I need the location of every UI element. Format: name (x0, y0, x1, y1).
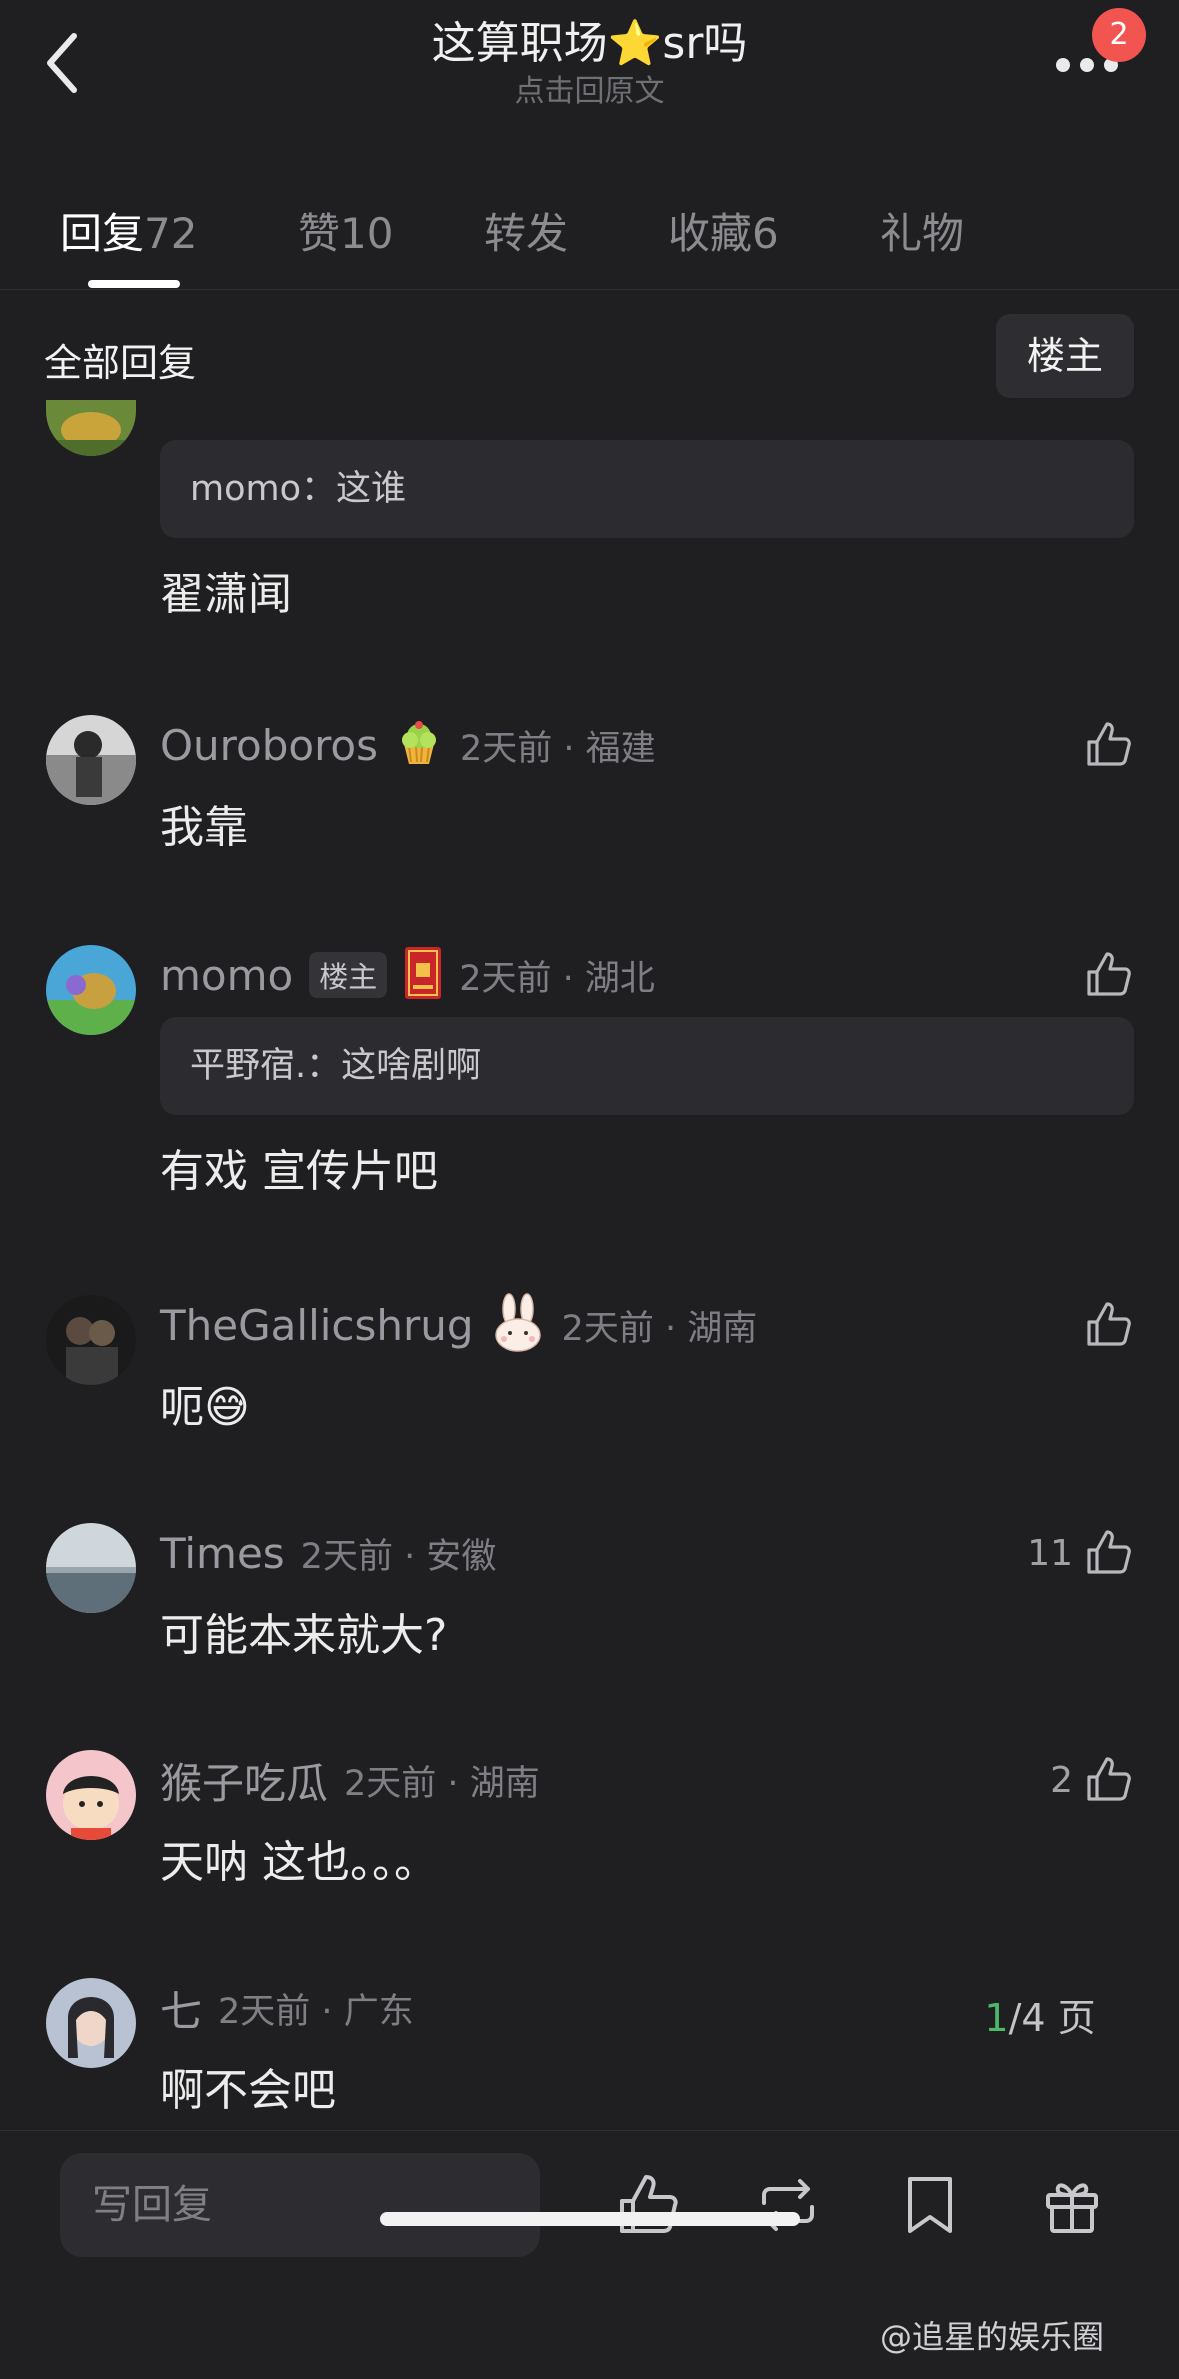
repost-icon[interactable] (752, 2169, 824, 2241)
time-location: 2天前 · 湖南 (344, 1763, 540, 1804)
post-title: 这算职场⭐sr吗 (431, 18, 748, 69)
comment-meta: TheGallicshrug 2天前 · 湖南 (160, 1293, 758, 1357)
comment-meta: 七 2天前 · 广东 (160, 1978, 414, 2038)
comment-text: 呃😅 (160, 1382, 250, 1433)
tab-gifts[interactable]: 礼物 (880, 200, 964, 261)
time-location: 2天前 · 安徽 (300, 1536, 497, 1577)
avatar[interactable] (46, 945, 136, 1035)
quoted-reply[interactable]: momo：这谁 (160, 440, 1134, 538)
like-count: 2 (1050, 1759, 1073, 1801)
bookmark-icon[interactable] (894, 2169, 966, 2241)
comment-text: 翟潇闻 (160, 569, 292, 620)
comment-text: 可能本来就大? (160, 1610, 448, 1661)
comment-text: 天呐 这也。。。 (160, 1837, 438, 1888)
comment-item: 猴子吃瓜 2天前 · 湖南 2 天呐 这也。。。 (0, 1750, 1179, 1900)
red-book-icon (403, 945, 443, 1005)
avatar[interactable] (46, 715, 136, 805)
more-dot-icon (1080, 58, 1094, 72)
thumbs-up-icon (1087, 1302, 1131, 1346)
comment-meta: Ouroboros 2天前 · 福建 (160, 715, 656, 775)
like-button[interactable]: 2 (1050, 1750, 1135, 1810)
tab-likes[interactable]: 赞10 (298, 200, 393, 261)
username[interactable]: momo (160, 951, 293, 1000)
star-emoji: ⭐ (607, 18, 663, 69)
avatar[interactable] (46, 1978, 136, 2068)
avatar[interactable] (46, 400, 136, 456)
like-button[interactable] (1081, 715, 1135, 775)
time-location: 2天前 · 广东 (218, 1991, 414, 2032)
more-dot-icon (1056, 58, 1070, 72)
like-icon[interactable] (612, 2169, 684, 2241)
tab-replies[interactable]: 回复72 (60, 200, 197, 261)
bunny-icon (490, 1293, 546, 1357)
notification-badge: 2 (1092, 8, 1146, 62)
comment-meta: momo 楼主 2天前 · 湖北 (160, 945, 655, 1005)
watermark: @追星的娱乐圈 (880, 2318, 1105, 2356)
comment-meta: 猴子吃瓜 2天前 · 湖南 (160, 1750, 540, 1810)
owner-filter-button[interactable]: 楼主 (996, 314, 1134, 398)
gift-icon[interactable] (1036, 2169, 1108, 2241)
time-location: 2天前 · 福建 (460, 728, 656, 769)
sweat-smile-emoji: 😅 (204, 1382, 250, 1433)
thumbs-up-icon (1087, 1530, 1131, 1574)
comment-text: 啊不会吧 (160, 2065, 336, 2116)
comment-text: 我靠 (160, 802, 248, 853)
comment-text: 有戏 宣传片吧 (160, 1146, 438, 1197)
comment-item: Ouroboros 2天前 · 福建 我靠 (0, 715, 1179, 865)
thumbs-up-icon (1087, 952, 1131, 996)
quoted-reply[interactable]: 平野宿.：这啥剧啊 (160, 1017, 1134, 1115)
comment-item: Times 2天前 · 安徽 11 可能本来就大? (0, 1523, 1179, 1673)
title-area[interactable]: 这算职场⭐sr吗 点击回原文 (0, 14, 1179, 110)
thumbs-up-icon (1087, 1757, 1131, 1801)
page-indicator[interactable]: 1/4 页 (950, 1976, 1130, 2060)
username[interactable]: TheGallicshrug (160, 1301, 474, 1350)
comment-item: momo 楼主 2天前 · 湖北 平野宿.：这啥剧啊 有戏 宣传片吧 (0, 945, 1179, 1215)
thumbs-up-icon (1087, 722, 1131, 766)
reply-input[interactable]: 写回复 (60, 2153, 540, 2257)
like-count: 11 (1027, 1532, 1073, 1574)
owner-tag: 楼主 (309, 952, 388, 998)
username[interactable]: 猴子吃瓜 (160, 1750, 328, 1811)
like-button[interactable]: 11 (1027, 1523, 1135, 1583)
home-indicator[interactable] (380, 2212, 800, 2226)
like-button[interactable] (1081, 1295, 1135, 1355)
like-button[interactable] (1081, 945, 1135, 1005)
time-location: 2天前 · 湖北 (459, 958, 655, 999)
time-location: 2天前 · 湖南 (561, 1308, 758, 1349)
top-nav-bar: 这算职场⭐sr吗 点击回原文 2 (0, 0, 1179, 150)
section-title: 全部回复 (44, 341, 197, 385)
username[interactable]: Ouroboros (160, 721, 378, 770)
tab-favorites[interactable]: 收藏6 (668, 200, 779, 261)
avatar[interactable] (46, 1523, 136, 1613)
tab-reposts[interactable]: 转发 (484, 200, 568, 261)
comment-item: TheGallicshrug 2天前 · 湖南 呃😅 (0, 1293, 1179, 1445)
tab-active-indicator (88, 280, 180, 288)
tab-bar: 回复72 赞10 转发 收藏6 礼物 (0, 190, 1179, 290)
comment-meta: Times 2天前 · 安徽 (160, 1523, 496, 1583)
avatar[interactable] (46, 1295, 136, 1385)
username[interactable]: Times (160, 1529, 285, 1578)
back-to-original-link[interactable]: 点击回原文 (0, 74, 1179, 110)
avatar[interactable] (46, 1750, 136, 1840)
comment-item: momo：这谁 翟潇闻 (0, 400, 1179, 640)
username[interactable]: 七 (160, 1978, 202, 2039)
cupcake-icon (394, 718, 444, 772)
